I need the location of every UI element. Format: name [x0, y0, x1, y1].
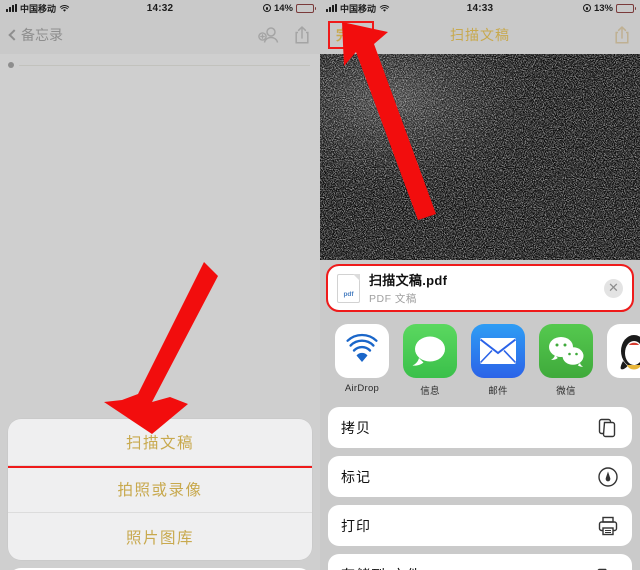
print-icon [598, 516, 618, 535]
file-type-label: PDF 文稿 [369, 293, 417, 305]
copy-icon [598, 418, 616, 437]
mail-icon [471, 324, 525, 378]
add-person-icon[interactable] [258, 26, 280, 44]
battery-icon [296, 3, 316, 13]
share-icon[interactable] [294, 25, 310, 45]
pdf-file-icon: pdf [337, 273, 360, 303]
file-meta: 扫描文稿.pdf PDF 文稿 [369, 270, 447, 306]
file-name-label: 扫描文稿.pdf [369, 273, 448, 288]
nav-bar-right [258, 25, 310, 45]
pdf-badge-label: pdf [343, 290, 354, 298]
share-icon[interactable] [614, 25, 630, 45]
left-screen-notes: 中国移动 14:32 14% 备忘录 扫描文稿 拍照或录像 照片图库 [0, 0, 320, 570]
sheet-item-label: 扫描文稿 [125, 435, 194, 452]
scan-texture [320, 54, 640, 260]
sheet-item-scan-document[interactable]: 扫描文稿 [8, 419, 312, 468]
status-bar-right: 14% [262, 2, 316, 14]
sheet-item-label: 拍照或录像 [117, 482, 203, 499]
note-body[interactable]: 扫描文稿 拍照或录像 照片图库 取消 [0, 54, 320, 570]
share-targets-row[interactable]: AirDrop 信息 邮件 微信 [320, 310, 640, 407]
location-services-icon [582, 4, 591, 12]
nav-bar: 完成 扫描文稿 [320, 16, 640, 54]
wechat-icon [539, 324, 593, 378]
share-target-label: 信息 [420, 386, 440, 397]
action-label: 标记 [341, 468, 371, 485]
action-sheet: 扫描文稿 拍照或录像 照片图库 取消 [8, 419, 312, 570]
qq-icon [607, 324, 640, 378]
action-label: 打印 [341, 517, 371, 534]
back-button-label: 备忘录 [21, 27, 63, 43]
done-button-label: 完成 [336, 27, 366, 43]
scanned-document-preview[interactable] [320, 54, 640, 260]
share-target-qq[interactable] [606, 324, 640, 383]
share-target-mail[interactable]: 邮件 [470, 324, 526, 397]
share-target-airdrop[interactable]: AirDrop [334, 324, 390, 394]
battery-percent-label: 14% [273, 2, 293, 14]
status-bar-right: 13% [582, 2, 636, 14]
share-target-label: AirDrop [344, 383, 380, 394]
chevron-left-icon [8, 29, 20, 41]
status-bar: 中国移动 14:33 13% [320, 0, 640, 16]
battery-icon [616, 3, 636, 13]
action-sheet-options: 扫描文稿 拍照或录像 照片图库 [8, 419, 312, 560]
airdrop-icon [335, 324, 389, 378]
sheet-item-label: 照片图库 [125, 529, 194, 547]
messages-icon [403, 324, 457, 378]
back-button[interactable]: 备忘录 [8, 25, 63, 45]
folder-icon [597, 568, 608, 570]
battery-percent-label: 13% [593, 2, 613, 14]
nav-bar: 备忘录 [0, 16, 320, 54]
location-services-icon [262, 4, 271, 12]
red-arrow-down-left-icon [104, 262, 218, 434]
markup-icon [598, 466, 618, 487]
action-print[interactable]: 打印 [328, 505, 632, 546]
note-rule [19, 64, 310, 66]
status-bar: 中国移动 14:32 14% [0, 0, 320, 16]
action-save-to-files[interactable]: 存储到“文件” [328, 554, 632, 570]
note-first-line [8, 62, 310, 68]
share-target-messages[interactable]: 信息 [402, 324, 458, 397]
share-target-label: 邮件 [488, 386, 508, 397]
right-screen-scan-share: 中国移动 14:33 13% 完成 扫描文稿 pdf 扫描文稿.pdf PDF … [320, 0, 640, 570]
done-button[interactable]: 完成 [328, 21, 374, 49]
sheet-item-take-photo-or-video[interactable]: 拍照或录像 [8, 466, 312, 513]
action-markup[interactable]: 标记 [328, 456, 632, 497]
share-sheet: pdf 扫描文稿.pdf PDF 文稿 ✕ AirDrop 信息 邮件 微信 拷… [320, 260, 640, 570]
action-label: 拷贝 [341, 419, 371, 436]
close-icon[interactable]: ✕ [604, 278, 623, 298]
share-target-label: 微信 [556, 386, 576, 397]
share-target-wechat[interactable]: 微信 [538, 324, 594, 397]
sheet-item-photo-library[interactable]: 照片图库 [8, 513, 312, 560]
action-copy[interactable]: 拷贝 [328, 407, 632, 448]
dual-screenshot-composite: 中国移动 14:32 14% 备忘录 扫描文稿 拍照或录像 照片图库 中国移动 … [0, 0, 640, 570]
nav-bar-right [614, 25, 630, 45]
share-actions-list: 拷贝 标记 打印 [320, 407, 640, 570]
shared-file-row[interactable]: pdf 扫描文稿.pdf PDF 文稿 ✕ [326, 264, 634, 312]
action-label: 存储到“文件” [341, 565, 427, 570]
note-bullet-icon [8, 62, 14, 68]
